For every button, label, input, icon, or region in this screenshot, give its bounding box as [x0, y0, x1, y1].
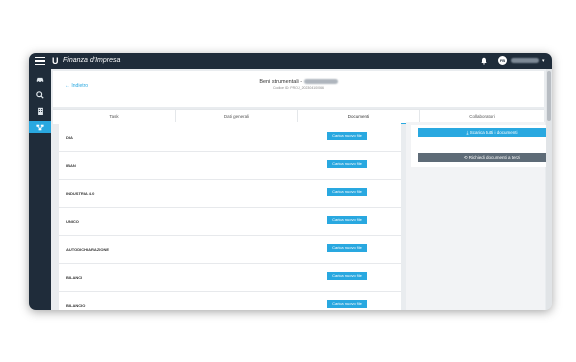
page-subtitle: Codice ID: PROJ_20230410/066 — [273, 86, 324, 90]
client-name-blurred — [303, 79, 338, 85]
menu-icon[interactable] — [35, 57, 45, 66]
scrollbar[interactable] — [546, 69, 552, 310]
avatar[interactable]: FB — [498, 56, 507, 65]
sidebar-item-search[interactable] — [29, 89, 51, 101]
search-icon — [36, 91, 44, 99]
brand-name: Finanza d'Impresa — [63, 57, 121, 64]
document-row: INDUSTRIA 4.0 Carica nuovo file — [59, 180, 401, 208]
upload-button[interactable]: Carica nuovo file — [327, 216, 367, 224]
actions-card: ⤓ Scarica tutti i documenti ⟲ Richiedi d… — [411, 125, 546, 167]
logo-icon: U — [52, 56, 59, 66]
page-title-text: Beni strumentali - — [259, 79, 304, 85]
document-label: AUTODICHIARAZIONE — [66, 247, 110, 252]
user-name-blurred[interactable] — [511, 58, 539, 63]
document-label: DIA — [66, 135, 73, 140]
chevron-down-icon[interactable]: ▾ — [542, 58, 545, 64]
page-title: Beni strumentali - — [53, 78, 544, 86]
sidebar-item-projects[interactable] — [29, 121, 51, 133]
actions-panel: ⤓ Scarica tutti i documenti ⟲ Richiedi d… — [406, 122, 546, 310]
document-label: BILANCI — [66, 275, 83, 280]
upload-button[interactable]: Carica nuovo file — [327, 188, 367, 196]
sitemap-icon — [36, 124, 44, 130]
documents-list: DIA Carica nuovo file IBAN Carica nuovo … — [59, 122, 401, 310]
top-bar: U Finanza d'Impresa FB ▾ — [29, 53, 552, 69]
upload-button[interactable]: Carica nuovo file — [327, 300, 367, 308]
sidebar — [29, 69, 51, 310]
document-label: UNICO — [66, 219, 79, 224]
document-row: IBAN Carica nuovo file — [59, 152, 401, 180]
sidebar-item-building[interactable] — [29, 105, 51, 117]
scrollbar-thumb[interactable] — [547, 71, 551, 121]
document-row: BILANCI Carica nuovo file — [59, 264, 401, 292]
document-row: BILANCIO Carica nuovo file — [59, 292, 401, 310]
request-documents-button[interactable]: ⟲ Richiedi documenti a terzi — [418, 153, 546, 162]
page-header: ← Indietro Beni strumentali - Codice ID:… — [53, 71, 544, 107]
bell-icon[interactable] — [480, 57, 488, 65]
document-row: DIA Carica nuovo file — [59, 124, 401, 152]
upload-button[interactable]: Carica nuovo file — [327, 132, 367, 140]
document-label: IBAN — [66, 163, 76, 168]
upload-button[interactable]: Carica nuovo file — [327, 160, 367, 168]
download-all-button[interactable]: ⤓ Scarica tutti i documenti — [418, 128, 546, 137]
upload-button[interactable]: Carica nuovo file — [327, 272, 367, 280]
building-icon — [37, 107, 43, 115]
app-window: U Finanza d'Impresa FB ▾ ← Indietro Beni… — [29, 53, 552, 310]
upload-button[interactable]: Carica nuovo file — [327, 244, 367, 252]
document-label: BILANCIO — [66, 303, 86, 308]
main-content: ← Indietro Beni strumentali - Codice ID:… — [51, 69, 546, 310]
sidebar-item-car[interactable] — [29, 73, 51, 85]
document-row: UNICO Carica nuovo file — [59, 208, 401, 236]
document-label: INDUSTRIA 4.0 — [66, 191, 95, 196]
car-icon — [36, 77, 44, 83]
document-row: AUTODICHIARAZIONE Carica nuovo file — [59, 236, 401, 264]
